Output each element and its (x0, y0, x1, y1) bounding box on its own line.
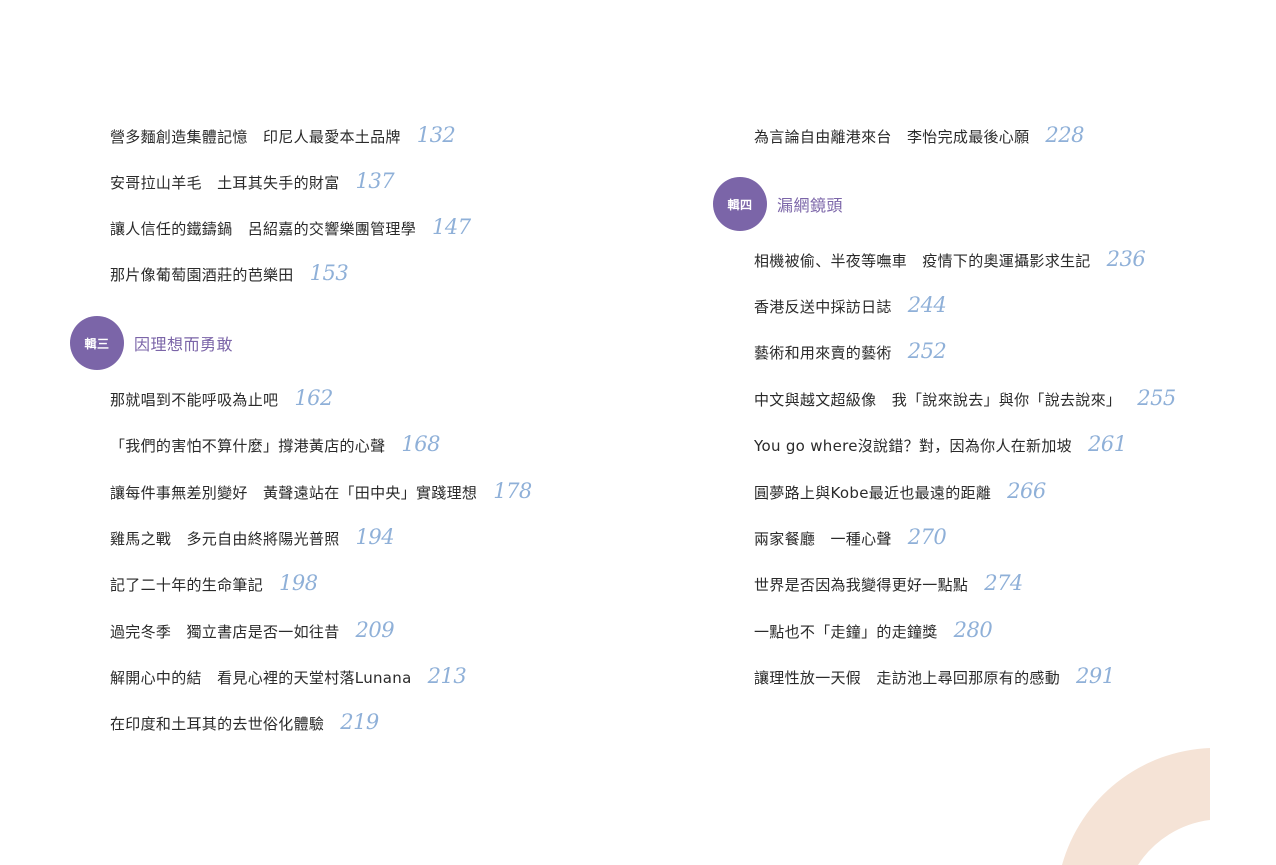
toc-entry-page: 291 (1076, 664, 1115, 688)
toc-entry-title: 圓夢路上與Kobe最近也最遠的距離 (754, 484, 992, 502)
toc-entry[interactable]: 香港反送中採訪日誌 244 (754, 293, 947, 323)
toc-entry[interactable]: 安哥拉山羊毛 土耳其失手的財富 137 (110, 169, 395, 199)
toc-entry[interactable]: 雞馬之戰 多元自由終將陽光普照 194 (110, 525, 395, 555)
decorative-arc-shape (1062, 748, 1210, 865)
toc-entry-page: 213 (427, 664, 467, 688)
toc-entry[interactable]: 讓理性放一天假 走訪池上尋回那原有的感動 291 (754, 664, 1115, 694)
section-header-3: 輯三 因理想而勇敢 (70, 316, 233, 370)
toc-entry[interactable]: 相機被偷、半夜等嘸車 疫情下的奧運攝影求生記 236 (754, 247, 1146, 277)
toc-entry-title: 雞馬之戰 多元自由終將陽光普照 (110, 530, 340, 548)
toc-entry[interactable]: 那片像葡萄園酒莊的芭樂田 153 (110, 261, 349, 291)
toc-entry-title: 讓理性放一天假 走訪池上尋回那原有的感動 (754, 669, 1061, 687)
toc-entry-page: 255 (1137, 386, 1176, 410)
toc-entry-title: 一點也不「走鐘」的走鐘獎 (754, 623, 938, 641)
toc-entry-title: 記了二十年的生命筆記 (110, 576, 264, 594)
section-title: 漏網鏡頭 (777, 196, 844, 215)
toc-entry-page: 219 (340, 710, 379, 734)
toc-entry-title: 過完冬季 獨立書店是否一如往昔 (110, 623, 340, 641)
decorative-arc (1062, 748, 1210, 865)
toc-entry-page: 274 (984, 571, 1023, 595)
toc-entry[interactable]: You go where沒說錯？對，因為你人在新加坡 261 (754, 432, 1127, 462)
section-title: 因理想而勇敢 (134, 335, 234, 354)
toc-entry-title: 那片像葡萄園酒莊的芭樂田 (110, 266, 294, 284)
toc-entry[interactable]: 為言論自由離港來台 李怡完成最後心願 228 (754, 123, 1084, 153)
toc-entry[interactable]: 讓人信任的鐵鑄鍋 呂紹嘉的交響樂團管理學 147 (110, 215, 471, 245)
toc-entry-title: 藝術和用來賣的藝術 (754, 344, 892, 362)
toc-entry-page: 236 (1106, 247, 1146, 271)
section-badge: 輯三 (70, 316, 124, 370)
toc-entry[interactable]: 「我們的害怕不算什麼」撐港黃店的心聲 168 (110, 432, 440, 462)
toc-entry-title: 相機被偷、半夜等嘸車 疫情下的奧運攝影求生記 (754, 252, 1091, 270)
toc-entry-title: 為言論自由離港來台 李怡完成最後心願 (754, 128, 1030, 146)
toc-entry[interactable]: 圓夢路上與Kobe最近也最遠的距離 266 (754, 479, 1046, 509)
toc-entry-page: 209 (355, 618, 395, 642)
toc-entry-page: 178 (493, 479, 532, 503)
toc-entry-title: 讓人信任的鐵鑄鍋 呂紹嘉的交響樂團管理學 (110, 220, 417, 238)
toc-entry-page: 261 (1087, 432, 1127, 456)
toc-entry[interactable]: 讓每件事無差別變好 黃聲遠站在「田中央」實踐理想 178 (110, 479, 532, 509)
toc-entry[interactable]: 一點也不「走鐘」的走鐘獎 280 (754, 618, 993, 648)
toc-entry-title: 兩家餐廳 一種心聲 (754, 530, 892, 548)
toc-entry-page: 244 (907, 293, 947, 317)
toc-entry[interactable]: 兩家餐廳 一種心聲 270 (754, 525, 947, 555)
toc-entry-title: 在印度和土耳其的去世俗化體驗 (110, 715, 325, 733)
toc-entry-page: 270 (907, 525, 947, 549)
toc-entry-title: 中文與越文超級像 我「說來說去」與你「說去說來」 (754, 391, 1122, 409)
toc-entry[interactable]: 在印度和土耳其的去世俗化體驗 219 (110, 710, 379, 740)
toc-entry[interactable]: 解開心中的結 看見心裡的天堂村落Lunana 213 (110, 664, 467, 694)
toc-entry[interactable]: 藝術和用來賣的藝術 252 (754, 339, 947, 369)
section-badge: 輯四 (713, 177, 767, 231)
toc-entry-page: 153 (309, 261, 349, 285)
toc-entry-page: 266 (1007, 479, 1046, 503)
toc-entry-title: You go where沒說錯？對，因為你人在新加坡 (754, 437, 1072, 455)
toc-entry[interactable]: 過完冬季 獨立書店是否一如往昔 209 (110, 618, 395, 648)
section-header-4: 輯四 漏網鏡頭 (713, 177, 843, 231)
toc-entry-page: 198 (279, 571, 318, 595)
toc-entry[interactable]: 記了二十年的生命筆記 198 (110, 571, 318, 601)
toc-entry-page: 162 (294, 386, 333, 410)
toc-entry-title: 讓每件事無差別變好 黃聲遠站在「田中央」實踐理想 (110, 484, 478, 502)
toc-entry[interactable]: 世界是否因為我變得更好一點點 274 (754, 571, 1023, 601)
toc-entry-page: 132 (416, 123, 456, 147)
toc-entry-title: 解開心中的結 看見心裡的天堂村落Lunana (110, 669, 412, 687)
toc-entry-title: 世界是否因為我變得更好一點點 (754, 576, 969, 594)
toc-entry-page: 252 (907, 339, 947, 363)
toc-entry-page: 194 (355, 525, 395, 549)
toc-entry-page: 147 (432, 215, 471, 239)
toc-entry-title: 安哥拉山羊毛 土耳其失手的財富 (110, 174, 340, 192)
toc-entry-title: 那就唱到不能呼吸為止吧 (110, 391, 279, 409)
toc-entry-page: 168 (401, 432, 440, 456)
toc-entry[interactable]: 中文與越文超級像 我「說來說去」與你「說去說來」 255 (754, 386, 1176, 416)
toc-entry[interactable]: 營多麵創造集體記憶 印尼人最愛本土品牌 132 (110, 123, 456, 153)
toc-entry-title: 「我們的害怕不算什麼」撐港黃店的心聲 (110, 437, 386, 455)
toc-entry-title: 香港反送中採訪日誌 (754, 298, 892, 316)
toc-entry-title: 營多麵創造集體記憶 印尼人最愛本土品牌 (110, 128, 401, 146)
toc-entry-page: 280 (953, 618, 993, 642)
toc-entry-page: 137 (355, 169, 395, 193)
toc-entry[interactable]: 那就唱到不能呼吸為止吧 162 (110, 386, 333, 416)
toc-entry-page: 228 (1045, 123, 1084, 147)
